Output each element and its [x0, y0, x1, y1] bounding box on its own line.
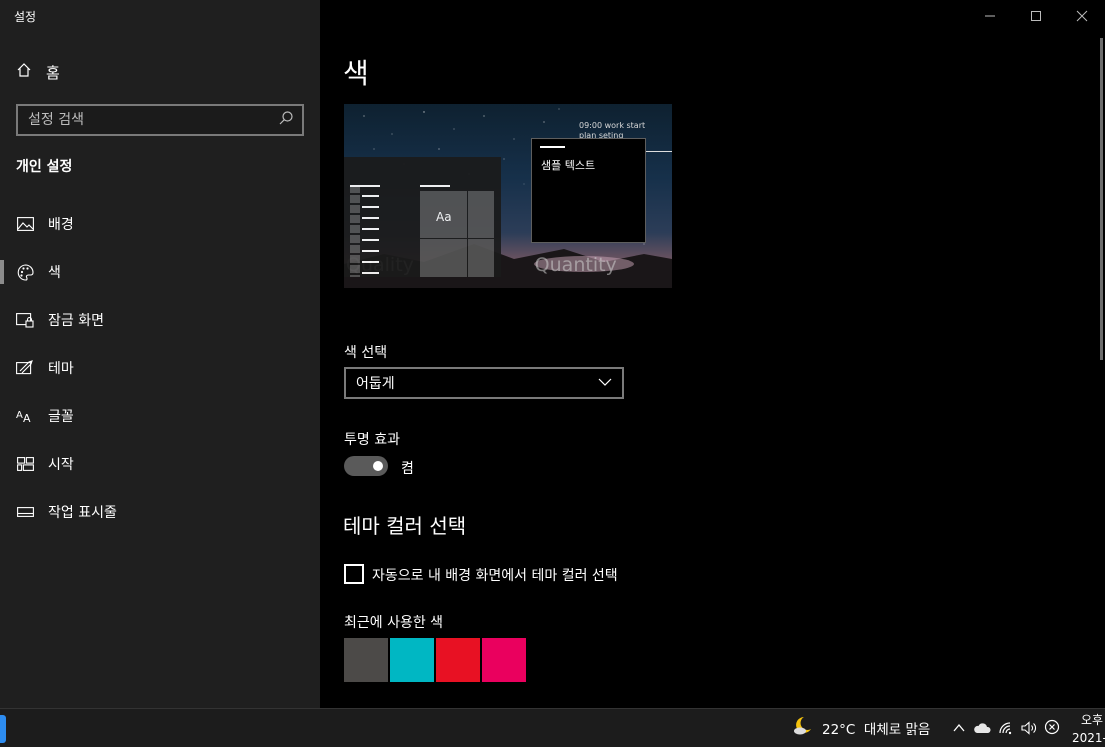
volume-icon[interactable] — [1021, 720, 1037, 739]
search-icon[interactable] — [278, 110, 294, 130]
page-title: 색 — [343, 57, 369, 90]
onedrive-icon[interactable] — [973, 720, 991, 739]
color-swatch[interactable] — [436, 638, 480, 682]
taskbar-icon — [16, 503, 34, 521]
sidebar-item-lock-screen[interactable]: 잠금 화면 — [0, 296, 320, 344]
color-choice-label: 색 선택 — [344, 345, 388, 361]
lock-screen-icon — [16, 311, 34, 329]
taskbar-clock[interactable]: 오후 2021- — [1072, 711, 1105, 747]
clock-date: 2021- — [1072, 731, 1105, 745]
sidebar-item-colors[interactable]: 색 — [0, 248, 320, 296]
sidebar-item-taskbar[interactable]: 작업 표시줄 — [0, 488, 320, 536]
sidebar: 설정 홈 개인 설정 배경 색 잠금 화면 — [0, 0, 320, 708]
svg-text:A: A — [16, 410, 23, 421]
sidebar-nav: 배경 색 잠금 화면 테마 AA 글꼴 시작 작업 표시줄 — [0, 200, 320, 536]
sidebar-item-label: 작업 표시줄 — [48, 505, 117, 521]
sample-text: 샘플 텍스트 — [541, 159, 596, 172]
recent-colors-label: 최근에 사용한 색 — [344, 615, 444, 631]
maximize-icon — [1030, 7, 1042, 26]
dropdown-value: 어둡게 — [356, 376, 395, 392]
app-title: 설정 — [14, 10, 37, 24]
sidebar-item-label: 글꼴 — [48, 409, 74, 425]
transparency-toggle[interactable] — [344, 456, 388, 476]
toggle-knob — [373, 461, 383, 471]
sidebar-item-label: 색 — [48, 265, 61, 281]
sidebar-item-background[interactable]: 배경 — [0, 200, 320, 248]
theme-color-heading: 테마 컬러 선택 — [343, 514, 467, 538]
color-swatch[interactable] — [390, 638, 434, 682]
color-mode-dropdown[interactable]: 어둡게 — [344, 367, 624, 399]
theme-icon — [16, 359, 34, 377]
sidebar-item-label: 배경 — [48, 217, 74, 233]
sidebar-item-label: 테마 — [48, 361, 74, 377]
chevron-down-icon — [598, 375, 612, 393]
sidebar-item-start[interactable]: 시작 — [0, 440, 320, 488]
font-icon: AA — [16, 407, 34, 425]
sidebar-item-fonts[interactable]: AA 글꼴 — [0, 392, 320, 440]
weather-text: 22°C 대체로 맑음 — [822, 722, 931, 738]
close-circle-icon[interactable] — [1044, 719, 1060, 739]
sidebar-item-label: 시작 — [48, 457, 74, 473]
auto-color-checkbox[interactable] — [344, 564, 364, 584]
moon-cloud-icon — [792, 715, 814, 741]
search-box[interactable] — [16, 104, 304, 136]
weather-widget[interactable]: 22°C 대체로 맑음 — [792, 715, 930, 741]
home-label: 홈 — [46, 63, 60, 82]
tile-label: Aa — [436, 210, 452, 224]
minimize-icon — [984, 7, 996, 26]
color-swatch[interactable] — [482, 638, 526, 682]
close-icon — [1076, 7, 1088, 26]
scrollbar-thumb[interactable] — [1100, 38, 1103, 360]
palette-icon — [16, 263, 34, 281]
section-title: 개인 설정 — [16, 159, 73, 175]
recent-colors — [344, 638, 526, 682]
taskbar-app-button[interactable] — [0, 715, 6, 743]
maximize-button[interactable] — [1013, 0, 1059, 32]
sidebar-item-themes[interactable]: 테마 — [0, 344, 320, 392]
system-tray — [952, 719, 1060, 739]
window-preview: 샘플 텍스트 — [531, 138, 646, 243]
taskbar: 22°C 대체로 맑음 오후 2021- — [0, 708, 1105, 747]
wallpaper-note: 09:00 work start — [579, 121, 646, 130]
home-nav-item[interactable]: 홈 — [16, 60, 60, 84]
transparency-state: 켬 — [401, 461, 414, 477]
color-swatch[interactable] — [344, 638, 388, 682]
svg-text:A: A — [23, 412, 31, 423]
transparency-label: 투명 효과 — [344, 432, 400, 448]
auto-color-checkbox-label[interactable]: 자동으로 내 배경 화면에서 테마 컬러 선택 — [372, 565, 618, 585]
sidebar-item-label: 잠금 화면 — [48, 313, 104, 329]
clock-time: 오후 — [1081, 713, 1104, 727]
close-button[interactable] — [1059, 0, 1105, 32]
start-menu-preview: Aa — [344, 157, 501, 277]
picture-icon — [16, 215, 34, 233]
wifi-icon[interactable] — [998, 720, 1014, 739]
home-icon — [16, 62, 32, 82]
start-icon — [16, 455, 34, 473]
chevron-up-icon[interactable] — [952, 720, 966, 739]
theme-preview: 09:00 work start plan seting Quality Qua… — [344, 104, 672, 288]
minimize-button[interactable] — [967, 0, 1013, 32]
search-input[interactable] — [28, 112, 278, 128]
